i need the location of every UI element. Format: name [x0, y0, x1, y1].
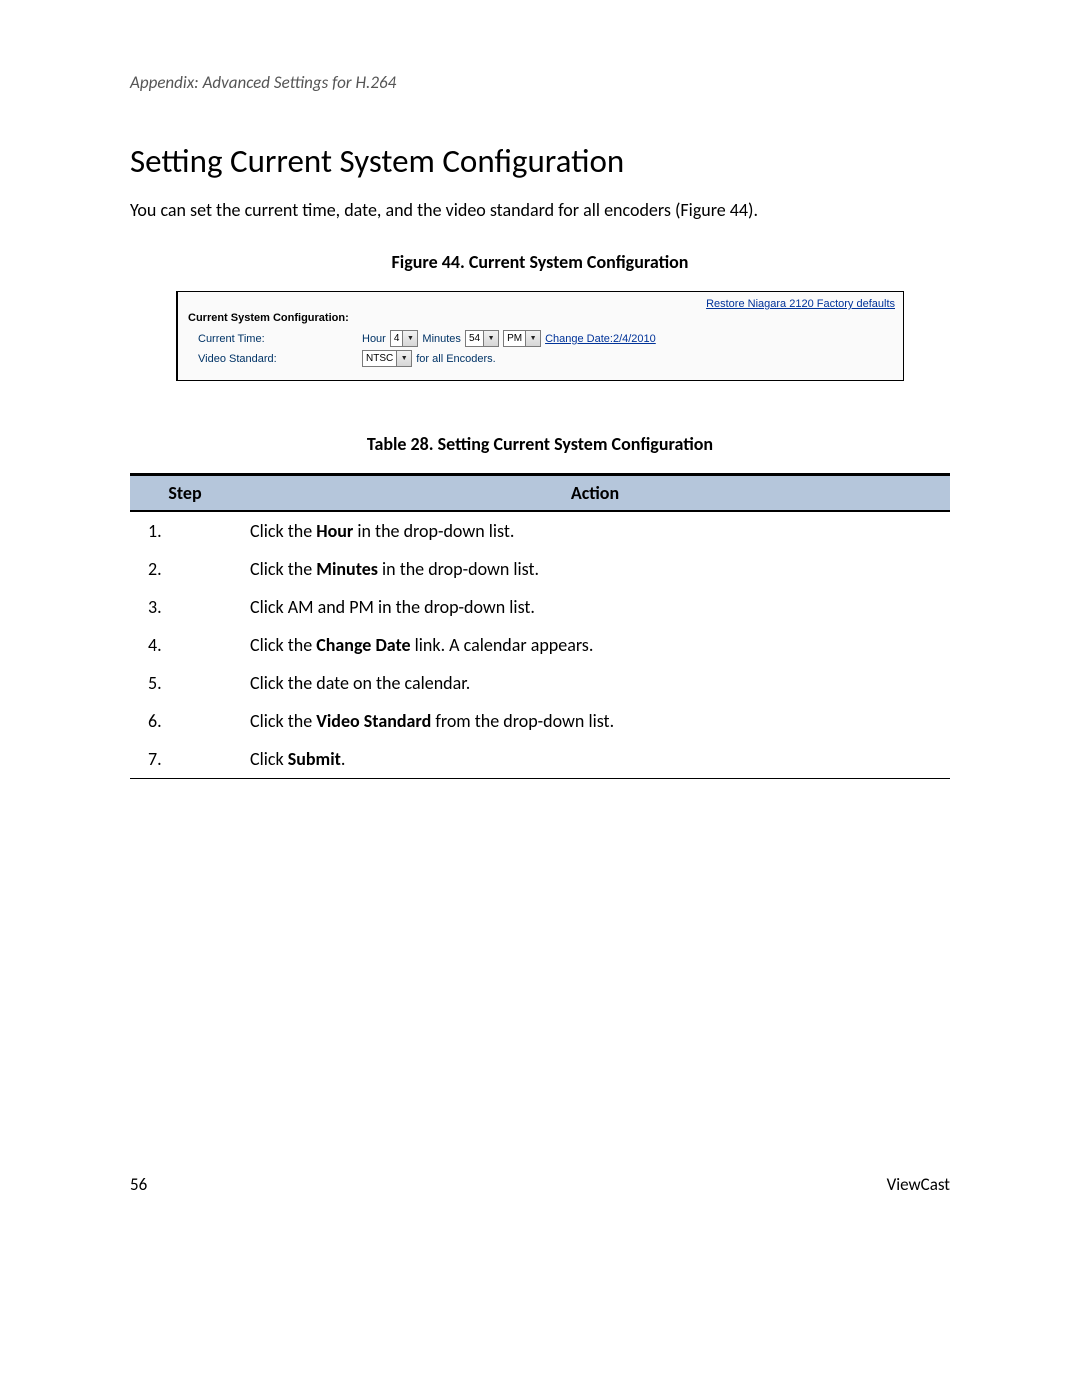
- step-action: Click the Minutes in the drop-down list.: [240, 550, 950, 588]
- step-number: 3.: [130, 588, 240, 626]
- step-action: Click AM and PM in the drop-down list.: [240, 588, 950, 626]
- col-step: Step: [130, 475, 240, 512]
- config-panel-title: Current System Configuration:: [188, 312, 895, 324]
- change-date-prefix: Change Date:: [545, 333, 613, 345]
- video-standard-row: Video Standard: NTSC ▼ for all Encoders.: [188, 350, 895, 367]
- table-caption: Table 28. Setting Current System Configu…: [130, 433, 950, 455]
- col-action: Action: [240, 475, 950, 512]
- for-all-encoders-text: for all Encoders.: [416, 353, 495, 365]
- step-number: 4.: [130, 626, 240, 664]
- change-date-value: 2/4/2010: [613, 333, 656, 345]
- config-screenshot: Restore Niagara 2120 Factory defaults Cu…: [176, 291, 904, 381]
- ampm-dropdown[interactable]: PM ▼: [503, 330, 541, 347]
- step-number: 7.: [130, 740, 240, 779]
- table-row: 2.Click the Minutes in the drop-down lis…: [130, 550, 950, 588]
- chevron-down-icon: ▼: [402, 331, 417, 346]
- hour-value: 4: [391, 333, 403, 344]
- step-action: Click the Video Standard from the drop-d…: [240, 702, 950, 740]
- minutes-dropdown[interactable]: 54 ▼: [465, 330, 499, 347]
- step-number: 5.: [130, 664, 240, 702]
- current-time-row: Current Time: Hour 4 ▼ Minutes 54 ▼ PM ▼…: [188, 330, 895, 347]
- appendix-header: Appendix: Advanced Settings for H.264: [130, 72, 950, 93]
- change-date-link[interactable]: Change Date:2/4/2010: [545, 333, 656, 345]
- table-row: 6.Click the Video Standard from the drop…: [130, 702, 950, 740]
- table-row: 4.Click the Change Date link. A calendar…: [130, 626, 950, 664]
- chevron-down-icon: ▼: [396, 351, 411, 366]
- footer-brand: ViewCast: [887, 1174, 950, 1195]
- chevron-down-icon: ▼: [483, 331, 498, 346]
- minutes-prefix: Minutes: [422, 333, 461, 345]
- page-title: Setting Current System Configuration: [130, 141, 950, 181]
- minutes-value: 54: [466, 333, 483, 344]
- hour-dropdown[interactable]: 4 ▼: [390, 330, 419, 347]
- table-row: 1.Click the Hour in the drop-down list.: [130, 511, 950, 550]
- step-action: Click the Change Date link. A calendar a…: [240, 626, 950, 664]
- step-action: Click the Hour in the drop-down list.: [240, 511, 950, 550]
- current-time-label: Current Time:: [198, 333, 358, 345]
- table-row: 5.Click the date on the calendar.: [130, 664, 950, 702]
- page-number: 56: [130, 1174, 147, 1195]
- steps-table: Step Action 1.Click the Hour in the drop…: [130, 473, 950, 779]
- step-number: 6.: [130, 702, 240, 740]
- table-row: 3.Click AM and PM in the drop-down list.: [130, 588, 950, 626]
- step-action: Click Submit.: [240, 740, 950, 779]
- step-number: 2.: [130, 550, 240, 588]
- video-standard-value: NTSC: [363, 353, 396, 364]
- intro-paragraph: You can set the current time, date, and …: [130, 199, 950, 221]
- hour-prefix: Hour: [362, 333, 386, 345]
- chevron-down-icon: ▼: [525, 331, 540, 346]
- table-row: 7.Click Submit.: [130, 740, 950, 779]
- video-standard-label: Video Standard:: [198, 353, 358, 365]
- restore-defaults-link[interactable]: Restore Niagara 2120 Factory defaults: [706, 298, 895, 310]
- step-action: Click the date on the calendar.: [240, 664, 950, 702]
- ampm-value: PM: [504, 333, 525, 344]
- video-standard-dropdown[interactable]: NTSC ▼: [362, 350, 412, 367]
- step-number: 1.: [130, 511, 240, 550]
- figure-caption: Figure 44. Current System Configuration: [130, 251, 950, 273]
